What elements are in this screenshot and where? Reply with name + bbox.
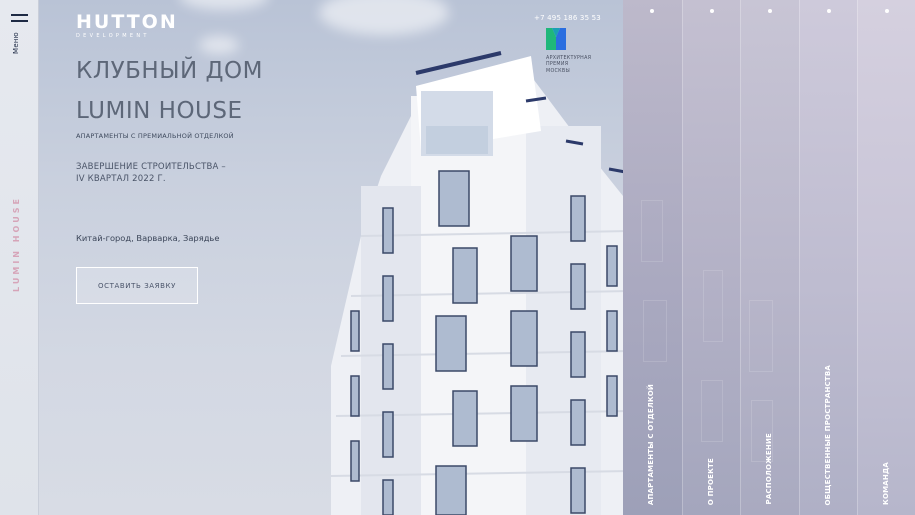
nav-panel-apartments[interactable]: АПАРТАМЕНТЫ С ОТДЕЛКОЙ bbox=[623, 0, 682, 515]
nav-label: КОМАНДА bbox=[882, 462, 890, 505]
nav-dot-icon bbox=[827, 9, 831, 13]
left-rail: Меню LUMIN HOUSE bbox=[0, 0, 39, 515]
award-caption: АРХИТЕКТУРНАЯ ПРЕМИЯ МОСКВЫ bbox=[546, 56, 591, 75]
nav-dot-icon bbox=[650, 9, 654, 13]
page-subtitle: АПАРТАМЕНТЫ С ПРЕМИАЛЬНОЙ ОТДЕЛКОЙ bbox=[76, 132, 234, 140]
nav-panel-public-spaces[interactable]: ОБЩЕСТВЕННЫЕ ПРОСТРАНСТВА bbox=[799, 0, 857, 515]
nav-dot-icon bbox=[710, 9, 714, 13]
location-text: Китай-город, Варварка, Зарядье bbox=[76, 233, 220, 243]
nav-label: О ПРОЕКТЕ bbox=[707, 457, 715, 505]
nav-panel-team[interactable]: КОМАНДА bbox=[857, 0, 915, 515]
logo-main: HUTTON bbox=[76, 11, 178, 33]
nav-dot-icon bbox=[885, 9, 889, 13]
building-image bbox=[331, 51, 623, 515]
completion-line2: IV КВАРТАЛ 2022 Г. bbox=[76, 174, 166, 184]
logo-sub: DEVELOPMENT bbox=[76, 33, 150, 39]
nav-label: АПАРТАМЕНТЫ С ОТДЕЛКОЙ bbox=[647, 383, 655, 505]
phone-link[interactable]: +7 495 186 35 53 bbox=[534, 14, 601, 22]
nav-label: РАСПОЛОЖЕНИЕ bbox=[765, 433, 773, 505]
completion-line1: ЗАВЕРШЕНИЕ СТРОИТЕЛЬСТВА – bbox=[76, 162, 226, 172]
nav-panel-about[interactable]: О ПРОЕКТЕ bbox=[682, 0, 740, 515]
menu-icon[interactable] bbox=[11, 14, 28, 26]
completion-info: ЗАВЕРШЕНИЕ СТРОИТЕЛЬСТВА – IV КВАРТАЛ 20… bbox=[76, 161, 226, 185]
brand-vertical: LUMIN HOUSE bbox=[12, 196, 21, 292]
hutton-logo[interactable]: HUTTON DEVELOPMENT bbox=[76, 12, 178, 39]
leave-request-button[interactable]: ОСТАВИТЬ ЗАЯВКУ bbox=[76, 267, 198, 304]
nav-panel-location[interactable]: РАСПОЛОЖЕНИЕ bbox=[740, 0, 799, 515]
page-title-line1: КЛУБНЫЙ ДОМ bbox=[76, 58, 263, 84]
menu-label[interactable]: Меню bbox=[12, 32, 20, 54]
award-caption-line: МОСКВЫ bbox=[546, 68, 570, 74]
page-title-line2: LUMIN HOUSE bbox=[76, 98, 243, 124]
nav-dot-icon bbox=[768, 9, 772, 13]
nav-label: ОБЩЕСТВЕННЫЕ ПРОСТРАНСТВА bbox=[824, 364, 832, 506]
award-m-icon[interactable] bbox=[546, 28, 566, 50]
